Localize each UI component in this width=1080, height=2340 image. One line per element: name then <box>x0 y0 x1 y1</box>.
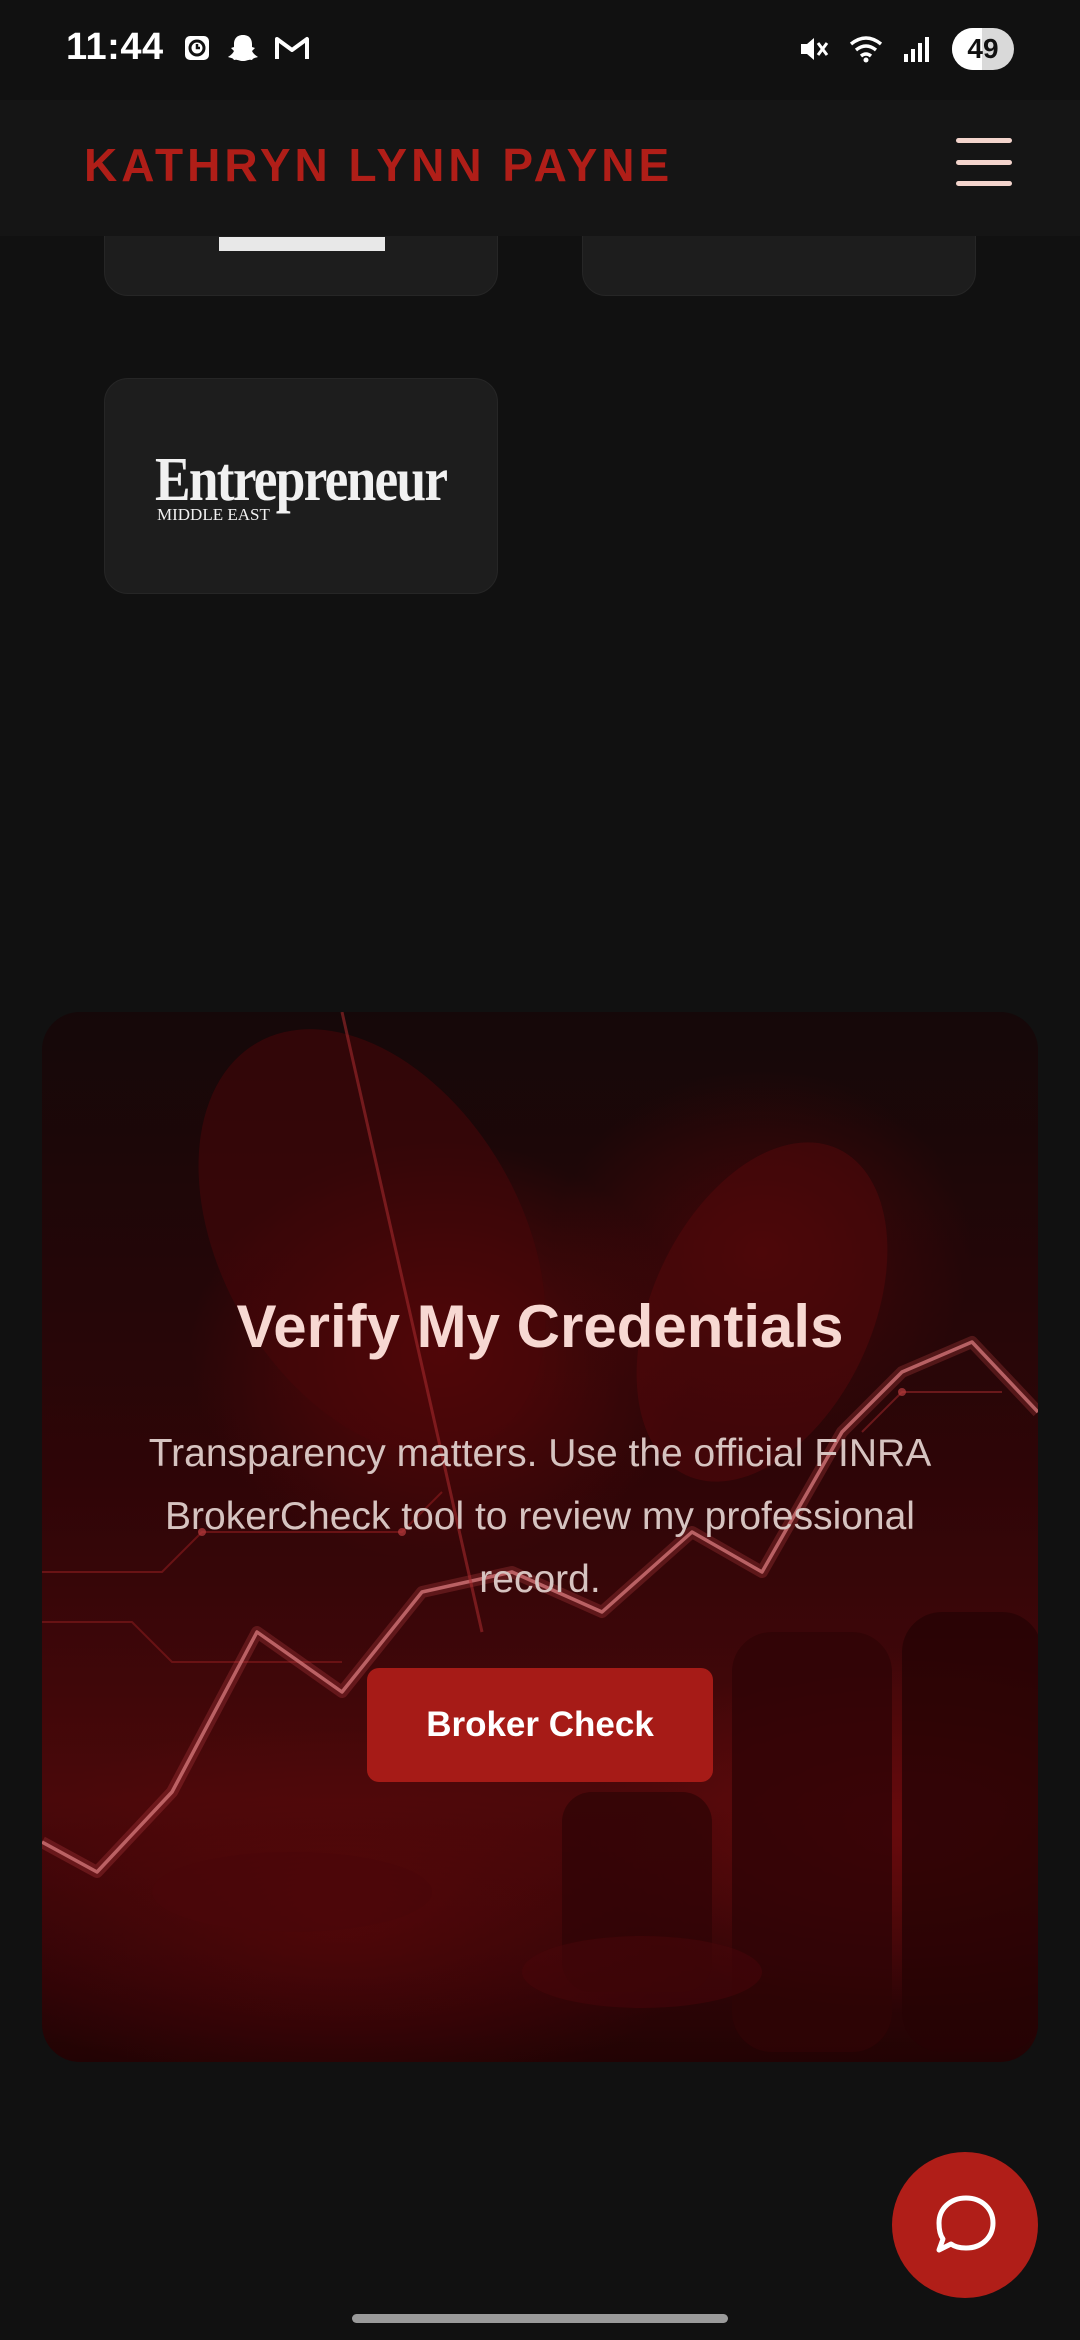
status-icons-left <box>182 32 310 64</box>
chat-bubble-icon <box>936 2195 996 2253</box>
status-bar: 11:44 49 <box>0 0 1080 100</box>
broker-check-button[interactable]: Broker Check <box>367 1668 713 1782</box>
home-indicator[interactable] <box>352 2314 728 2323</box>
chat-button[interactable] <box>892 2152 1038 2298</box>
menu-bar <box>956 159 1012 165</box>
menu-bar <box>956 138 1012 143</box>
entrepreneur-logo: Entrepreneur MIDDLE EAST <box>155 449 494 525</box>
brand-name[interactable]: KATHRYN LYNN PAYNE <box>84 138 673 192</box>
status-icons-right: 49 <box>796 28 1014 70</box>
vibrate-mute-icon <box>801 38 829 60</box>
snapchat-icon <box>228 35 258 61</box>
credentials-section: Verify My Credentials Transparency matte… <box>42 1012 1038 2062</box>
cell-signal-icon <box>904 37 929 62</box>
wifi-icon <box>849 36 883 63</box>
clock-app-icon <box>185 36 209 60</box>
press-logo-partial <box>219 237 385 251</box>
entrepreneur-wordmark: Entrepreneur <box>155 446 448 514</box>
credentials-title: Verify My Credentials <box>236 1293 844 1360</box>
credentials-description: Transparency matters. Use the official F… <box>148 1432 932 1601</box>
press-logo-card-entrepreneur: Entrepreneur MIDDLE EAST <box>104 378 498 594</box>
gmail-icon <box>275 37 309 59</box>
site-header: KATHRYN LYNN PAYNE <box>0 100 1080 236</box>
status-time: 11:44 <box>66 26 164 68</box>
battery-icon: 49 <box>952 28 1014 70</box>
menu-bar <box>956 181 1012 186</box>
hamburger-menu-icon[interactable] <box>956 138 1012 186</box>
battery-level: 49 <box>967 33 999 64</box>
